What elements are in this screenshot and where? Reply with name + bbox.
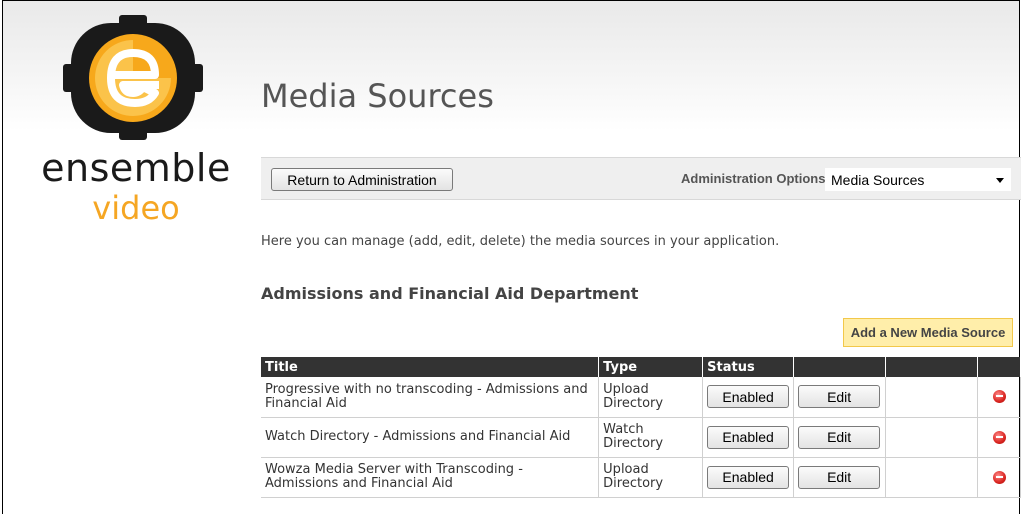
row-type: Upload Directory [598, 377, 704, 418]
column-header-blank [885, 357, 978, 377]
delete-icon[interactable] [992, 430, 1006, 444]
row-status-cell: Enabled [702, 417, 795, 458]
ensemble-logo-icon [63, 15, 203, 140]
row-blank-cell [885, 377, 978, 418]
row-delete-cell [977, 457, 1021, 498]
row-type: Watch Directory [598, 417, 704, 458]
enabled-button[interactable]: Enabled [707, 425, 790, 449]
row-blank-cell [885, 417, 978, 458]
row-title: Watch Directory - Admissions and Financi… [261, 417, 600, 458]
administration-options-label: Administration Options: [681, 171, 830, 186]
edit-button[interactable]: Edit [798, 465, 881, 489]
column-header-title: Title [261, 357, 600, 377]
admin-toolbar: Return to Administration Administration … [261, 157, 1021, 200]
row-edit-cell: Edit [793, 377, 887, 418]
column-header-edit [793, 357, 887, 377]
administration-options-select[interactable]: Media Sources [825, 168, 1011, 191]
row-edit-cell: Edit [793, 457, 887, 498]
chevron-down-icon [996, 178, 1004, 183]
table-row: Watch Directory - Admissions and Financi… [261, 417, 1021, 458]
row-title: Progressive with no transcoding - Admiss… [261, 377, 600, 418]
delete-icon[interactable] [992, 470, 1006, 484]
media-sources-table: Title Type Status Progressive with no tr… [261, 357, 1021, 498]
page-title: Media Sources [261, 77, 494, 115]
delete-icon[interactable] [992, 390, 1006, 404]
row-status-cell: Enabled [702, 457, 795, 498]
table-row: Progressive with no transcoding - Admiss… [261, 377, 1021, 418]
row-blank-cell [885, 457, 978, 498]
row-delete-cell [977, 377, 1021, 418]
column-header-delete [977, 357, 1021, 377]
enabled-button[interactable]: Enabled [707, 465, 790, 489]
app-window: ensemble video Media Sources Return to A… [2, 0, 1021, 514]
administration-options-value: Media Sources [831, 171, 925, 188]
row-title: Wowza Media Server with Transcoding - Ad… [261, 457, 600, 498]
edit-button[interactable]: Edit [798, 385, 881, 409]
enabled-button[interactable]: Enabled [707, 385, 790, 409]
add-media-source-button[interactable]: Add a New Media Source [843, 318, 1013, 347]
intro-text: Here you can manage (add, edit, delete) … [261, 234, 780, 249]
row-edit-cell: Edit [793, 417, 887, 458]
row-type: Upload Directory [598, 457, 704, 498]
table-row: Wowza Media Server with Transcoding - Ad… [261, 457, 1021, 498]
row-delete-cell [977, 417, 1021, 458]
edit-button[interactable]: Edit [798, 425, 881, 449]
return-to-administration-button[interactable]: Return to Administration [271, 168, 453, 191]
table-header-row: Title Type Status [261, 357, 1021, 377]
column-header-type: Type [598, 357, 704, 377]
row-status-cell: Enabled [702, 377, 795, 418]
department-heading: Admissions and Financial Aid Department [261, 284, 639, 303]
column-header-status: Status [702, 357, 795, 377]
logo-word-ensemble: ensemble [41, 146, 231, 190]
logo-word-video: video [92, 189, 180, 227]
